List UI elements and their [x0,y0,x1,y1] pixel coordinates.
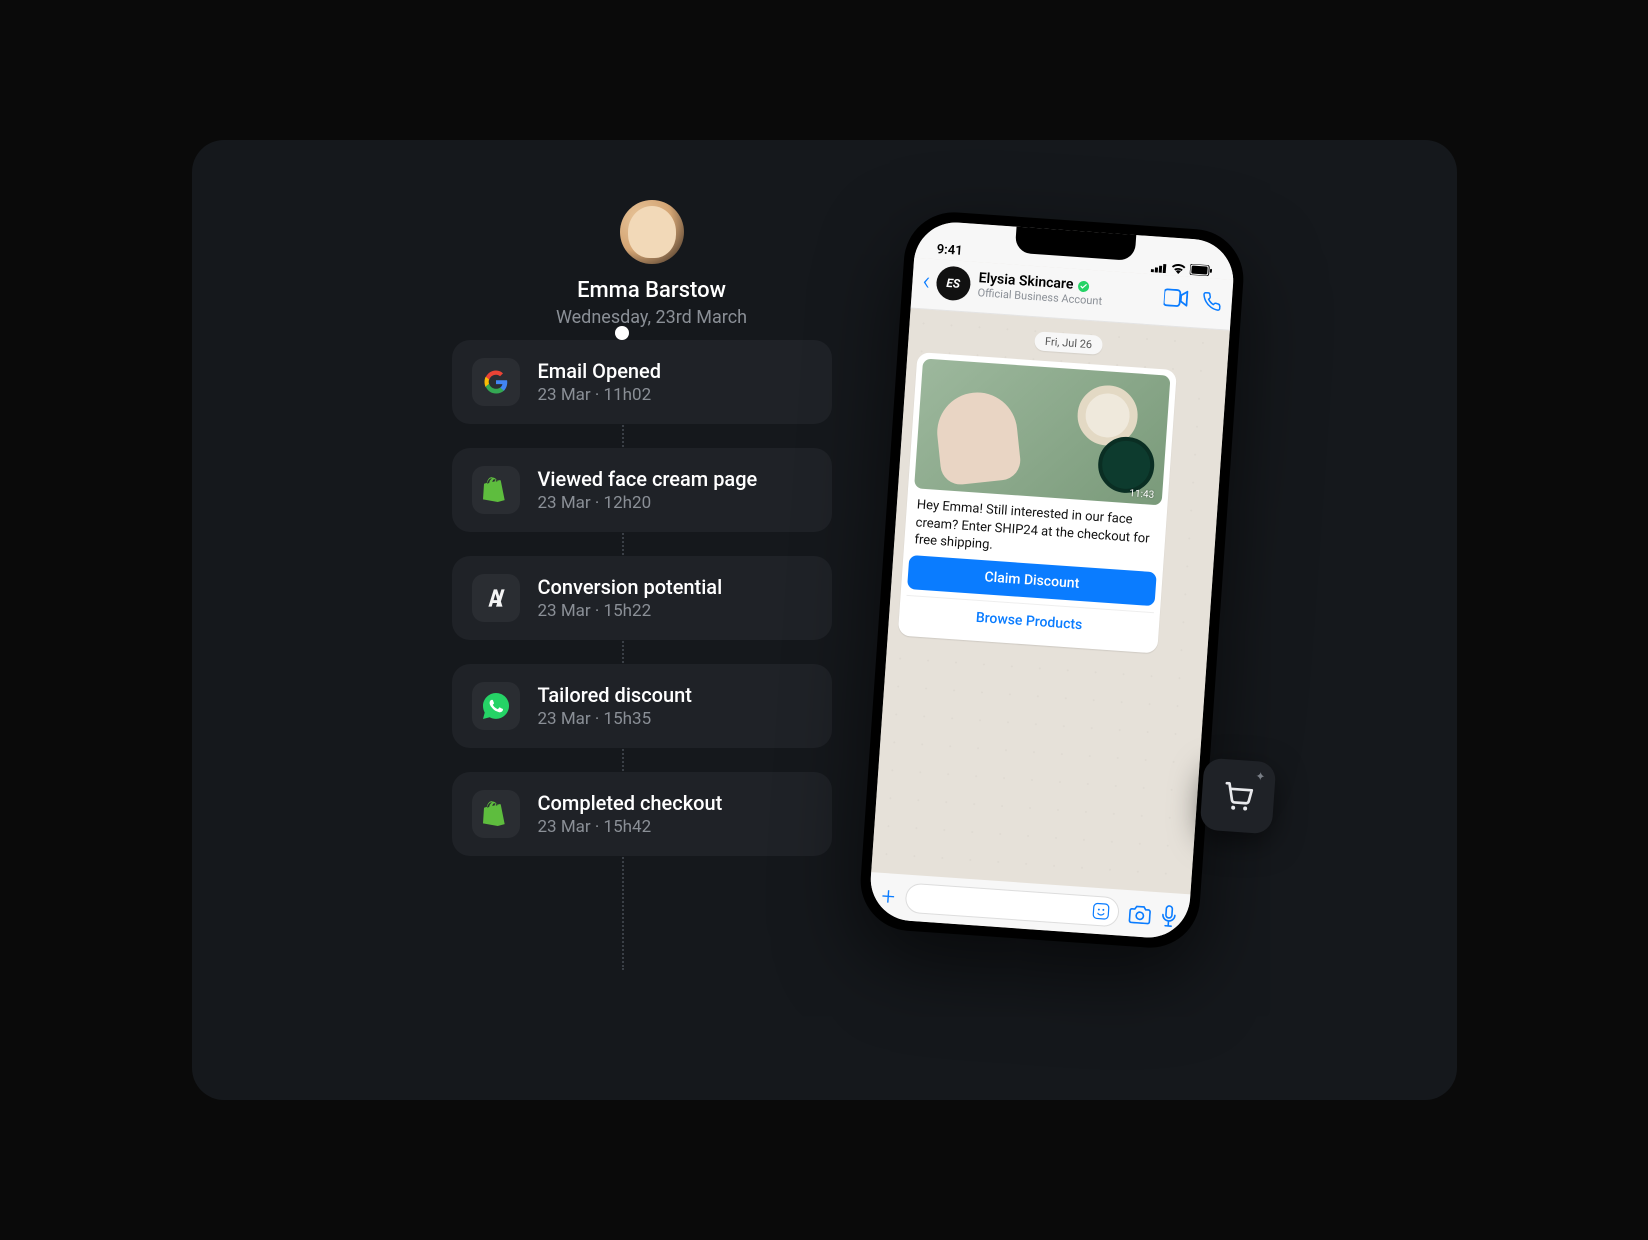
chat-date-pill: Fri, Jul 26 [1034,331,1102,355]
message-time: 11:43 [1128,488,1154,501]
timeline-item-title: Completed checkout [538,791,723,815]
video-call-icon[interactable] [1163,288,1188,308]
message-input[interactable] [904,883,1120,928]
wifi-icon [1170,263,1186,275]
sticker-icon[interactable] [1091,902,1110,921]
mic-icon[interactable] [1160,904,1177,927]
business-avatar[interactable]: ES [935,265,971,301]
avatar [620,200,684,264]
back-icon[interactable]: ‹ [921,266,931,296]
timeline-item-meta: 23 Mar · 15h42 [538,817,723,837]
whatsapp-icon [472,682,520,730]
timeline-start-dot [615,326,629,340]
chat-area: Fri, Jul 26 11:43 Hey Emma! Still intere… [871,308,1230,894]
activity-timeline: Email Opened 23 Mar · 11h02 Viewed face … [452,340,852,880]
timeline-item-completed-checkout[interactable]: Completed checkout 23 Mar · 15h42 [452,772,832,856]
timeline-item-meta: 23 Mar · 15h35 [538,709,692,729]
timeline-connector [622,330,624,970]
timeline-item-conversion-potential[interactable]: Conversion potential 23 Mar · 15h22 [452,556,832,640]
sparkle-icon: ✦ [1254,769,1265,784]
timeline-item-title: Conversion potential [538,575,723,599]
verified-icon [1076,280,1089,293]
timeline-item-meta: 23 Mar · 15h22 [538,601,723,621]
camera-icon[interactable] [1128,903,1151,924]
timeline-item-title: Email Opened [538,359,662,383]
attach-icon[interactable]: + [880,882,895,911]
customer-name: Emma Barstow [452,278,852,303]
customer-profile: Emma Barstow Wednesday, 23rd March [452,200,852,328]
message-bubble[interactable]: 11:43 Hey Emma! Still interested in our … [897,352,1176,653]
phone-mockup: 9:41 ‹ ES Elysia Skincare [857,209,1246,951]
cart-icon [1220,779,1254,813]
anthropic-icon [472,574,520,622]
shopify-icon [472,466,520,514]
status-time: 9:41 [936,242,963,259]
signal-icon [1150,262,1167,273]
timeline-item-meta: 23 Mar · 11h02 [538,385,662,405]
profile-date: Wednesday, 23rd March [452,307,852,328]
cart-badge[interactable]: ✦ [1199,758,1276,835]
voice-call-icon[interactable] [1201,291,1222,312]
timeline-item-email-opened[interactable]: Email Opened 23 Mar · 11h02 [452,340,832,424]
timeline-item-title: Tailored discount [538,683,692,707]
timeline-item-meta: 23 Mar · 12h20 [538,493,758,513]
timeline-item-tailored-discount[interactable]: Tailored discount 23 Mar · 15h35 [452,664,832,748]
timeline-item-title: Viewed face cream page [538,467,758,491]
timeline-item-viewed-page[interactable]: Viewed face cream page 23 Mar · 12h20 [452,448,832,532]
battery-icon [1189,264,1212,277]
google-icon [472,358,520,406]
shopify-icon [472,790,520,838]
message-image[interactable]: 11:43 [914,358,1170,505]
